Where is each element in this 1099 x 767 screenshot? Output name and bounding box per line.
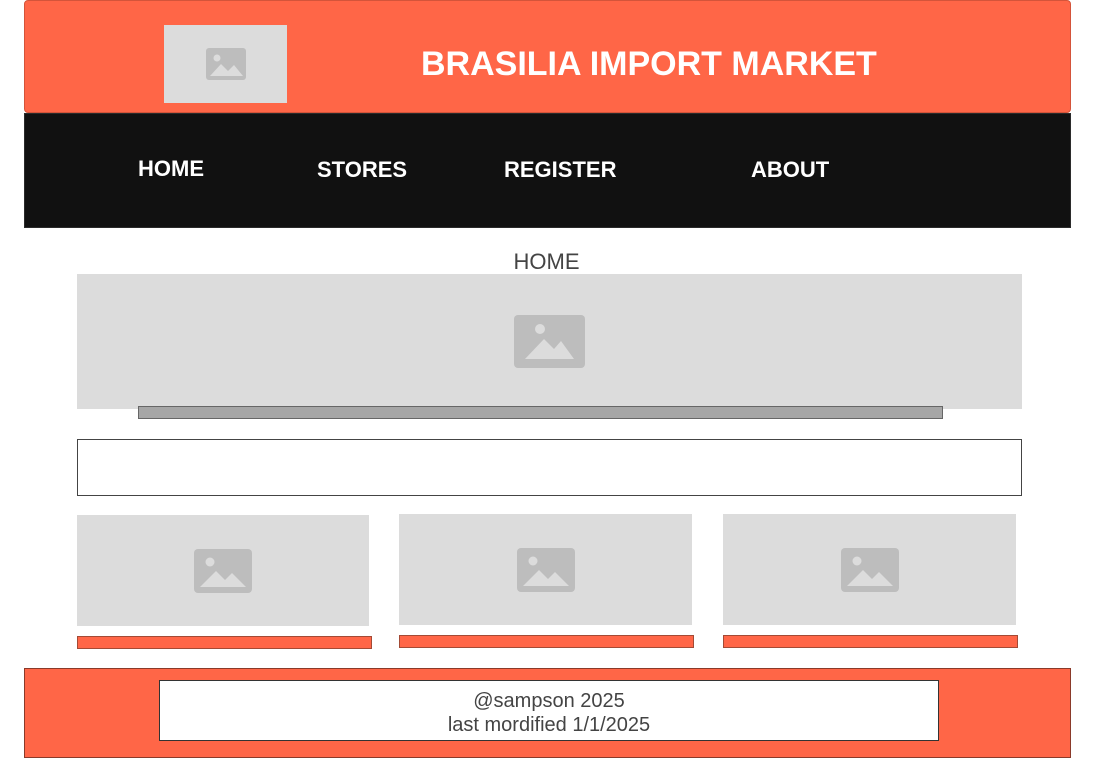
image-placeholder-icon (840, 547, 899, 592)
content-text-box (77, 439, 1022, 496)
page-heading: HOME (513, 249, 580, 274)
image-placeholder-icon (516, 547, 575, 592)
logo-placeholder (164, 25, 287, 103)
image-placeholder-icon (205, 48, 246, 80)
nav-item-home[interactable]: HOME (138, 156, 204, 182)
footer-last-modified: last mordified 1/1/2025 (447, 714, 651, 736)
hero-caption-bar (138, 406, 943, 419)
site-title: BRASILIA IMPORT MARKET (421, 45, 877, 83)
nav-item-about[interactable]: ABOUT (751, 157, 829, 183)
image-placeholder-icon (194, 548, 252, 593)
image-placeholder-icon (514, 315, 585, 368)
nav-item-register[interactable]: REGISTER (504, 157, 616, 183)
card-image-2 (399, 514, 692, 625)
footer-info-box: @sampson 2025 last mordified 1/1/2025 (159, 680, 939, 741)
card-button-1[interactable] (77, 636, 372, 649)
card-image-3 (723, 514, 1016, 625)
card-button-2[interactable] (399, 635, 694, 648)
nav-item-stores[interactable]: STORES (317, 157, 407, 183)
hero-image-placeholder (77, 274, 1022, 409)
card-image-1 (77, 515, 369, 626)
footer-copyright: @sampson 2025 (473, 690, 625, 712)
card-button-3[interactable] (723, 635, 1018, 648)
